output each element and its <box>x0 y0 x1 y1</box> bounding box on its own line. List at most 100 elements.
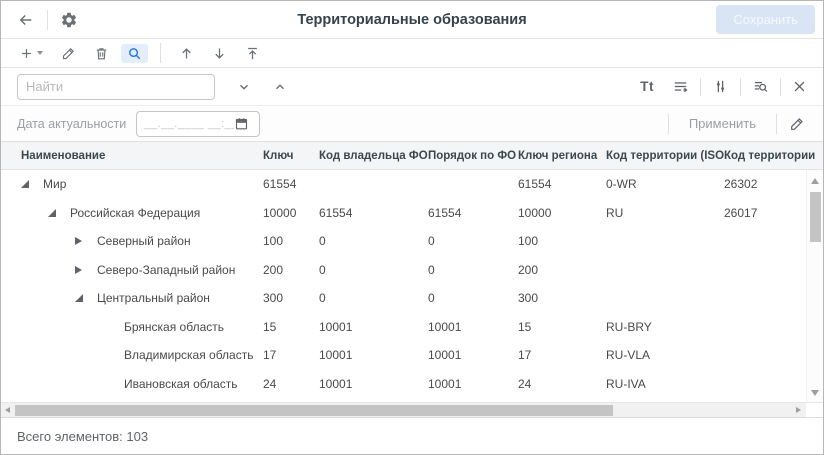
table-cell: 200 <box>518 263 606 277</box>
vertical-scroll-thumb[interactable] <box>810 192 821 242</box>
tune-sliders-icon <box>712 78 729 95</box>
trash-icon <box>94 46 109 61</box>
table-row[interactable]: Российская Федерация10000615546155410000… <box>1 199 823 228</box>
column-header[interactable]: Порядок по ФО <box>428 150 518 162</box>
column-header[interactable]: Ключ <box>263 150 319 162</box>
filter-settings-button[interactable] <box>710 76 731 97</box>
table-cell: 200 <box>263 263 319 277</box>
collapse-node-icon[interactable] <box>48 206 62 220</box>
filter-divider <box>776 114 777 134</box>
table-cell: 61554 <box>428 206 518 220</box>
column-header[interactable]: Наименование <box>1 150 263 162</box>
edit-button[interactable] <box>55 44 82 63</box>
table-cell: 100 <box>518 234 606 248</box>
table-cell: RU-IVA <box>606 377 724 391</box>
vertical-scrollbar[interactable] <box>806 170 823 402</box>
scrollbar-corner <box>806 403 823 417</box>
toolbar-divider <box>160 43 161 63</box>
table-cell: 10000 <box>263 206 319 220</box>
settings-button[interactable] <box>58 9 80 31</box>
row-name: Российская Федерация <box>70 206 200 220</box>
horizontal-scrollbar[interactable] <box>1 402 823 417</box>
expand-node-icon[interactable] <box>75 234 89 248</box>
add-button[interactable] <box>13 44 49 63</box>
back-button[interactable] <box>15 9 37 31</box>
save-button[interactable]: Сохранить <box>716 5 815 34</box>
close-icon <box>792 79 807 94</box>
table-row[interactable]: Центральный район30000300 <box>1 284 823 313</box>
search-bar: Tt <box>1 68 823 106</box>
scroll-left-icon[interactable] <box>5 407 10 413</box>
page-title: Территориальные образования <box>1 12 823 28</box>
pencil-icon <box>61 46 76 61</box>
table-cell: RU-VLA <box>606 348 724 362</box>
table-cell: 15 <box>518 320 606 334</box>
move-to-top-button[interactable] <box>239 44 266 63</box>
table-row[interactable]: Владимирская область17100011000117RU-VLA <box>1 341 823 370</box>
row-name: Центральный район <box>97 291 210 305</box>
arrow-to-top-icon <box>245 46 260 61</box>
table-cell: 10001 <box>319 320 428 334</box>
table-cell: 300 <box>518 291 606 305</box>
row-name: Северо-Западный район <box>97 263 235 277</box>
table-cell: 0 <box>319 263 428 277</box>
table-row[interactable]: Северо-Западный район20000200 <box>1 256 823 285</box>
date-field[interactable] <box>136 111 260 137</box>
table-cell: 10001 <box>428 320 518 334</box>
date-input[interactable] <box>144 118 234 130</box>
table-cell: 10001 <box>319 377 428 391</box>
table-cell: 17 <box>518 348 606 362</box>
table-cell: 0-WR <box>606 177 724 191</box>
filter-divider <box>668 114 669 134</box>
topbar-divider <box>47 10 48 30</box>
chevron-down-icon <box>237 80 251 94</box>
collapse-node-icon[interactable] <box>21 177 35 191</box>
collapse-node-icon[interactable] <box>75 291 89 305</box>
move-down-button[interactable] <box>206 44 233 63</box>
table-cell: 15 <box>263 320 319 334</box>
column-header[interactable]: Код территории (ISO) <box>606 150 724 162</box>
table-row[interactable]: Северный район10000100 <box>1 227 823 256</box>
table-cell: 10000 <box>518 206 606 220</box>
scroll-up-icon[interactable] <box>811 178 819 184</box>
search-toggle-button[interactable] <box>121 44 148 63</box>
move-up-button[interactable] <box>173 44 200 63</box>
close-search-button[interactable] <box>790 77 809 96</box>
pencil-icon <box>789 116 805 132</box>
status-bar: Всего элементов: 103 <box>1 417 823 454</box>
table-cell: 0 <box>428 263 518 277</box>
apply-button[interactable]: Применить <box>679 112 766 135</box>
find-previous-button[interactable] <box>273 80 287 94</box>
match-case-button[interactable]: Tt <box>640 79 654 94</box>
row-name: Ивановская область <box>124 377 238 391</box>
lines-arrow-icon <box>672 78 689 95</box>
table-cell: 10001 <box>428 348 518 362</box>
table-cell: 0 <box>319 291 428 305</box>
find-next-button[interactable] <box>237 80 251 94</box>
calendar-icon[interactable] <box>234 116 249 131</box>
row-name: Владимирская область <box>124 348 253 362</box>
table-row[interactable]: Брянская область15100011000115RU-BRY <box>1 313 823 342</box>
horizontal-scroll-thumb[interactable] <box>15 405 613 416</box>
edit-filter-button[interactable] <box>787 114 807 134</box>
column-header[interactable]: Код владельца ФО <box>319 150 428 162</box>
scroll-right-icon[interactable] <box>796 407 801 413</box>
table-cell: 0 <box>319 234 428 248</box>
back-arrow-icon <box>17 11 35 29</box>
search-in-results-button[interactable] <box>750 76 771 97</box>
table-row[interactable]: Ивановская область24100011000124RU-IVA <box>1 370 823 399</box>
table-row[interactable]: Мир61554615540-WR26302 <box>1 170 823 199</box>
expand-node-icon[interactable] <box>75 263 89 277</box>
table-cell: 300 <box>263 291 319 305</box>
scroll-down-icon[interactable] <box>811 390 819 396</box>
column-header[interactable]: Ключ региона <box>518 150 606 162</box>
delete-button[interactable] <box>88 44 115 63</box>
lines-arrow-button[interactable] <box>670 76 691 97</box>
search-icon <box>127 46 142 61</box>
row-name: Северный район <box>97 234 191 248</box>
search-input[interactable] <box>17 74 215 100</box>
table-cell: 10001 <box>428 377 518 391</box>
row-name: Мир <box>43 177 66 191</box>
filter-actions: Применить <box>658 112 811 135</box>
column-header[interactable]: Код территории <box>724 150 823 162</box>
